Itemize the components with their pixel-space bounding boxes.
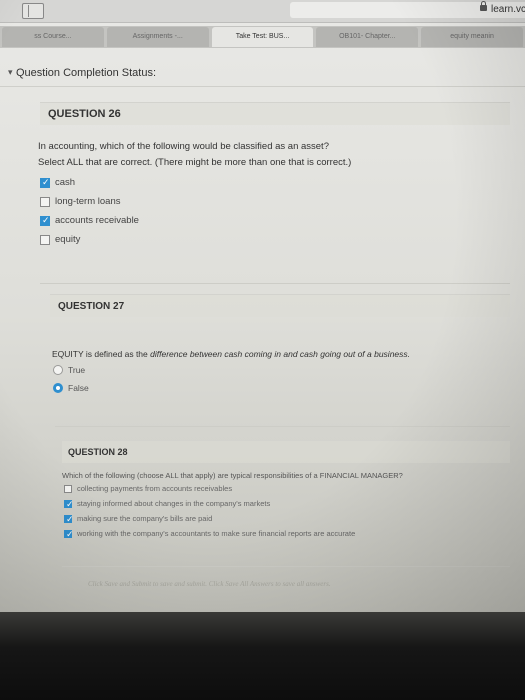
question-completion-status[interactable]: ▾ Question Completion Status:	[0, 60, 525, 87]
checkbox[interactable]	[40, 196, 50, 207]
browser-toolbar: learn.vc	[0, 0, 525, 23]
option-cash[interactable]: cash	[40, 177, 75, 188]
checkbox-checked[interactable]	[40, 177, 50, 188]
radio-button[interactable]	[53, 365, 63, 375]
checkbox[interactable]	[64, 484, 72, 493]
url-text: learn.vc	[491, 4, 525, 15]
option-staying-informed[interactable]: staying informed about changes in the co…	[64, 499, 271, 510]
question-title: QUESTION 28	[68, 447, 128, 457]
question-prompt: Which of the following (choose ALL that …	[62, 471, 403, 480]
option-accounts-receivable[interactable]: accounts receivable	[40, 215, 139, 226]
checkbox-checked[interactable]	[64, 529, 74, 540]
divider	[40, 283, 510, 284]
divider	[62, 566, 510, 567]
question-prompt: EQUITY is defined as the difference betw…	[52, 349, 410, 359]
radio-button-selected[interactable]	[53, 383, 63, 393]
question-26-header: QUESTION 26	[40, 102, 510, 125]
option-long-term-loans[interactable]: long-term loans	[40, 196, 120, 207]
question-28-header: QUESTION 28	[62, 440, 510, 463]
question-27-header: QUESTION 27	[50, 294, 510, 317]
option-label: working with the company's accountants t…	[77, 529, 356, 538]
status-label: Question Completion Status:	[16, 67, 157, 79]
screen: learn.vc ss Course... Assignments -... T…	[0, 0, 525, 700]
option-label: False	[68, 383, 89, 393]
prompt-prefix: EQUITY is defined as the	[52, 349, 151, 359]
option-label: True	[68, 365, 86, 375]
checkbox-checked[interactable]	[40, 215, 50, 226]
checkbox-checked[interactable]	[64, 499, 74, 510]
tab-take-test[interactable]: Take Test: BUS...	[211, 27, 314, 47]
lock-icon	[480, 1, 487, 11]
tab-assignments[interactable]: Assignments -...	[106, 27, 209, 47]
question-title: QUESTION 27	[58, 301, 125, 312]
chevron-down-icon[interactable]: ▾	[8, 67, 13, 78]
option-collecting-payments[interactable]: collecting payments from accounts receiv…	[64, 484, 232, 493]
prompt-emphasis: difference between cash coming in and ca…	[150, 349, 411, 359]
option-false[interactable]: False	[53, 383, 89, 393]
option-label: staying informed about changes in the co…	[77, 499, 271, 508]
save-submit-note: Click Save and Submit to save and submit…	[88, 580, 331, 588]
browser-tabs: ss Course... Assignments -... Take Test:…	[0, 26, 525, 48]
tab-chapter[interactable]: OB101- Chapter...	[316, 27, 419, 47]
option-bills-paid[interactable]: making sure the company's bills are paid	[64, 514, 213, 525]
option-working-with-accountants[interactable]: working with the company's accountants t…	[64, 529, 356, 540]
screen-bezel	[0, 612, 525, 700]
sidebar-toggle-icon[interactable]	[22, 3, 44, 19]
option-label: accounts receivable	[55, 215, 139, 226]
checkbox-checked[interactable]	[64, 514, 74, 525]
option-label: long-term loans	[55, 196, 121, 207]
option-label: equity	[55, 234, 81, 245]
option-equity[interactable]: equity	[40, 234, 80, 245]
checkbox[interactable]	[40, 234, 50, 245]
question-title: QUESTION 26	[48, 108, 121, 120]
option-true[interactable]: True	[53, 365, 85, 375]
address-bar[interactable]: learn.vc	[290, 1, 525, 18]
divider	[55, 426, 510, 427]
tab-equity-meaning[interactable]: equity meanin	[421, 27, 523, 47]
question-prompt: In accounting, which of the following wo…	[38, 141, 329, 152]
option-label: making sure the company's bills are paid	[77, 514, 213, 523]
option-label: collecting payments from accounts receiv…	[77, 484, 233, 493]
tab-course[interactable]: ss Course...	[2, 27, 104, 47]
question-instruction: Select ALL that are correct. (There migh…	[38, 157, 352, 168]
option-label: cash	[55, 177, 76, 188]
